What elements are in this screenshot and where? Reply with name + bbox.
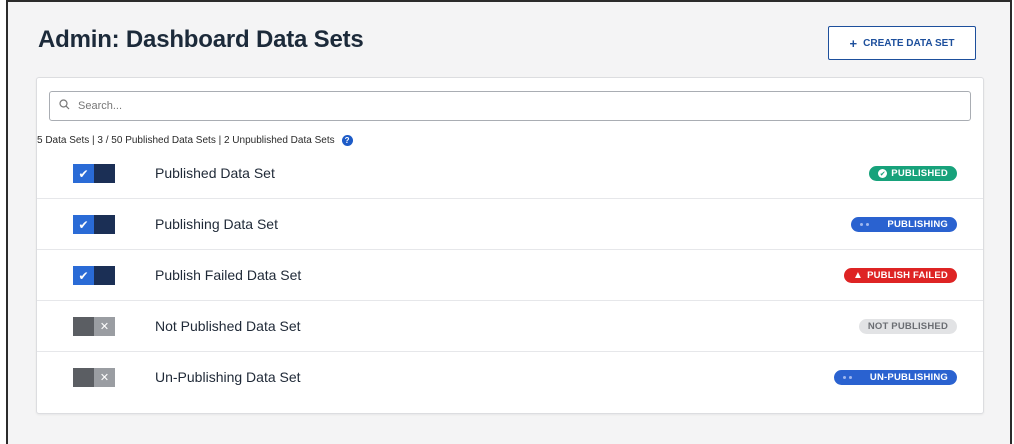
data-set-list: ✔ Published Data Set ✔ PUBLISHED ✔ Publi… [37, 148, 983, 403]
publish-toggle[interactable]: ✔ [73, 164, 115, 183]
search-box[interactable] [49, 91, 971, 121]
publish-toggle[interactable]: ✕ [73, 317, 115, 336]
data-set-name: Not Published Data Set [155, 318, 301, 334]
data-set-name: Published Data Set [155, 165, 275, 181]
x-icon: ✕ [94, 368, 115, 387]
list-item: ✔ Publishing Data Set PUBLISHING [37, 199, 983, 250]
status-badge: NOT PUBLISHED [858, 319, 957, 334]
question-circle-icon[interactable]: ? [341, 135, 353, 146]
publish-toggle[interactable]: ✔ [73, 266, 115, 285]
plus-icon: + [849, 35, 858, 51]
create-data-set-label: CREATE DATA SET [863, 37, 955, 49]
check-icon: ✔ [73, 164, 94, 183]
page-title: Admin: Dashboard Data Sets [38, 26, 364, 53]
status-text: NOT PUBLISHED [867, 321, 948, 332]
list-item: ✔ Published Data Set ✔ PUBLISHED [37, 148, 983, 199]
data-set-name: Publishing Data Set [155, 216, 278, 232]
data-set-name: Publish Failed Data Set [155, 267, 302, 283]
data-set-summary: 5 Data Sets | 3 / 50 Published Data Sets… [37, 135, 353, 146]
status-badge: UN-PUBLISHING [833, 370, 957, 385]
status-badge: PUBLISHING [851, 217, 957, 232]
list-item: ✕ Un-Publishing Data Set UN-PUBLISHING [37, 352, 983, 403]
x-icon: ✕ [94, 317, 115, 336]
check-icon: ✔ [73, 215, 94, 234]
list-item: ✔ Publish Failed Data Set ▲ PUBLISH FAIL… [37, 250, 983, 301]
status-text: PUBLISH FAILED [867, 270, 948, 281]
loading-dots-icon [842, 376, 852, 379]
status-text: PUBLISHING [887, 219, 948, 230]
search-input[interactable] [76, 99, 960, 113]
status-badge: ✔ PUBLISHED [869, 166, 957, 181]
status-text: PUBLISHED [891, 168, 948, 179]
summary-text: 5 Data Sets | 3 / 50 Published Data Sets… [37, 135, 335, 146]
loading-dots-icon [860, 223, 870, 226]
list-item: ✕ Not Published Data Set NOT PUBLISHED [37, 301, 983, 352]
check-circle-icon: ✔ [878, 169, 888, 178]
publish-toggle[interactable]: ✔ [73, 215, 115, 234]
create-data-set-button[interactable]: + CREATE DATA SET [828, 26, 976, 60]
warning-icon: ▲ [852, 269, 864, 281]
publish-toggle[interactable]: ✕ [73, 368, 115, 387]
search-icon [59, 97, 70, 115]
check-icon: ✔ [73, 266, 94, 285]
app-frame: Admin: Dashboard Data Sets + CREATE DATA… [6, 0, 1012, 444]
data-sets-card: 5 Data Sets | 3 / 50 Published Data Sets… [36, 77, 984, 414]
data-set-name: Un-Publishing Data Set [155, 369, 301, 385]
status-text: UN-PUBLISHING [869, 372, 948, 383]
status-badge: ▲ PUBLISH FAILED [843, 268, 957, 283]
